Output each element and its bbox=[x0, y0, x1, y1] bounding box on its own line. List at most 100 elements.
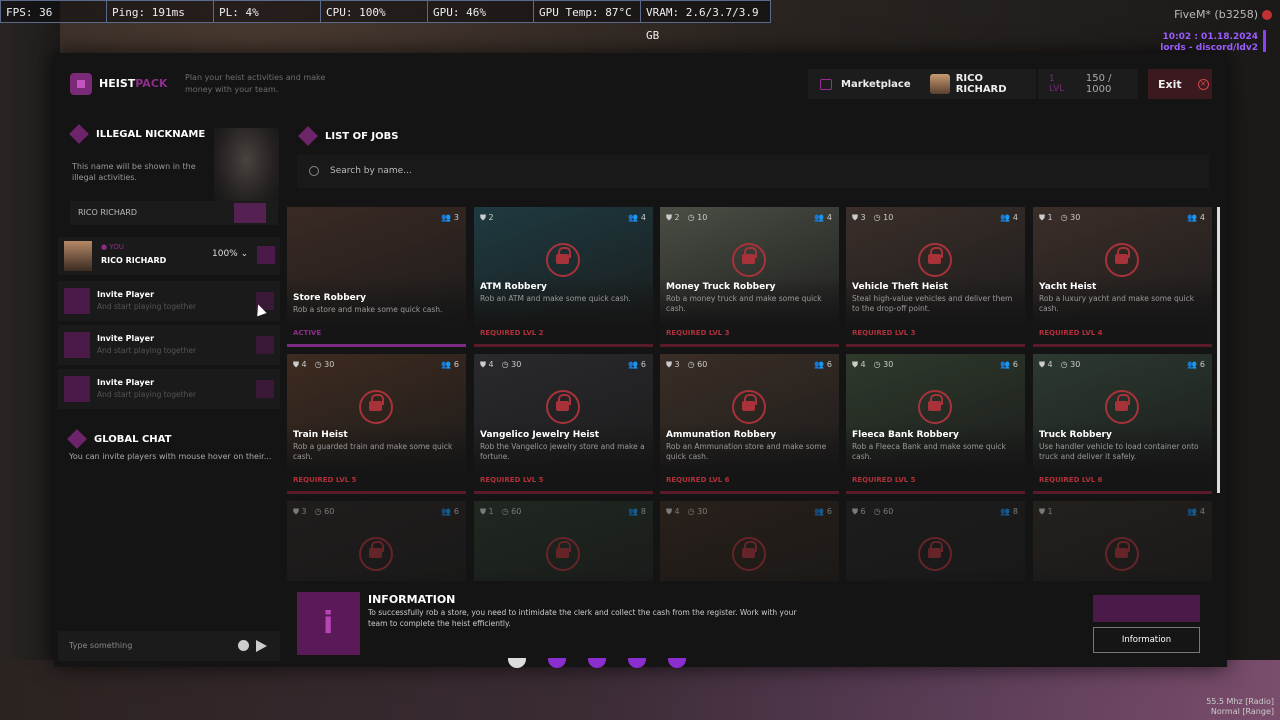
shield-icon: ⛊ 3 bbox=[293, 507, 307, 516]
share-percent-dropdown[interactable]: 100% ⌄ bbox=[212, 249, 248, 259]
job-card[interactable]: ⛊ 3 ◷ 60 👥 6 Ammunation Robbery Rob an Ammun… bbox=[660, 354, 839, 494]
search-input[interactable]: Search by name... bbox=[297, 155, 1209, 188]
job-duration: 30 bbox=[511, 360, 522, 369]
gpu-temp-readout: GPU Temp: 87°C bbox=[534, 0, 641, 23]
job-title: ATM Robbery bbox=[480, 282, 547, 292]
job-title: Yacht Heist bbox=[1039, 282, 1097, 292]
user-profile-button[interactable]: RICO RICHARD bbox=[924, 69, 1036, 99]
server-clock: 10:02 : 01.18.2024 lords - discord/ldv2 bbox=[1160, 32, 1258, 54]
job-card[interactable]: ⛊ 1 ◷ 30 👥 4 Yacht Heist Rob a luxury yacht … bbox=[1033, 207, 1212, 347]
players-icon: 👥 8 bbox=[1000, 507, 1018, 516]
level-label: 1 LVL bbox=[1049, 74, 1065, 94]
close-icon: ✕ bbox=[1197, 78, 1209, 90]
info-title: INFORMATION bbox=[368, 593, 456, 606]
member-action-button[interactable] bbox=[257, 246, 275, 264]
info-icon bbox=[297, 592, 360, 655]
job-card[interactable]: ⛊ 4 ◷ 30 👥 6 Fleeca Bank Robbery Rob a Fleec… bbox=[846, 354, 1025, 494]
job-badges: ⛊ 4 ◷ 30 bbox=[293, 360, 334, 370]
information-panel: INFORMATION To successfully rob a store,… bbox=[285, 581, 1225, 665]
invite-title: Invite Player bbox=[97, 290, 155, 299]
job-badges: ⛊ 2 bbox=[480, 213, 494, 223]
job-players: 6 bbox=[1012, 360, 1018, 369]
job-card[interactable]: ⛊ 3 ◷ 10 👥 4 Vehicle Theft Heist Steal high-… bbox=[846, 207, 1025, 347]
job-players: 4 bbox=[1012, 213, 1018, 222]
job-badges: ⛊ 1 bbox=[1039, 507, 1053, 517]
invite-slot[interactable]: Invite Player And start playing together bbox=[58, 325, 280, 365]
job-card[interactable]: 👥 3 Store Robbery Rob a store and make som… bbox=[287, 207, 466, 347]
performance-overlay: FPS: 36 Ping: 191ms PL: 4% CPU: 100% GPU… bbox=[0, 0, 771, 42]
chat-description: You can invite players with mouse hover … bbox=[69, 452, 272, 461]
job-description: Rob a money truck and make some quick ca… bbox=[666, 294, 822, 313]
job-status: REQUIRED LVL 3 bbox=[666, 329, 730, 337]
chat-input[interactable]: Type something bbox=[58, 631, 280, 661]
job-description: Rob an ATM and make some quick cash. bbox=[480, 294, 631, 303]
avatar bbox=[930, 74, 950, 94]
job-card[interactable]: ⛊ 4 ◷ 30 👥 6 Vangelico Jewelry Heist Rob the… bbox=[474, 354, 653, 494]
xp-progress: 150 / 1000 bbox=[1085, 73, 1112, 95]
marketplace-button[interactable]: Marketplace bbox=[808, 69, 941, 99]
invite-slot[interactable]: Invite Player And start playing together bbox=[58, 369, 280, 409]
information-button[interactable]: Information bbox=[1093, 627, 1200, 653]
job-card[interactable]: ⛊ 4 ◷ 30 👥 6 Train Heist Rob a guarded train… bbox=[287, 354, 466, 494]
heist-panel: HEISTPACK Plan your heist activities and… bbox=[54, 53, 1227, 667]
job-min-cops: 2 bbox=[674, 213, 680, 222]
nickname-title: ILLEGAL NICKNAME bbox=[96, 128, 206, 140]
job-badges: ⛊ 4 ◷ 30 bbox=[666, 507, 707, 517]
search-icon bbox=[309, 166, 319, 176]
job-title: Money Truck Robbery bbox=[666, 282, 776, 292]
job-duration: 30 bbox=[883, 360, 894, 369]
job-status-bar bbox=[660, 491, 839, 494]
players-icon: 👥 3 bbox=[441, 213, 459, 222]
job-players: 6 bbox=[453, 360, 459, 369]
clock-icon: ◷ 30 bbox=[873, 360, 894, 369]
fivem-build: FiveM* (b3258) bbox=[1174, 8, 1272, 21]
job-players: 4 bbox=[1199, 213, 1205, 222]
store-icon bbox=[820, 78, 832, 90]
invite-button[interactable] bbox=[256, 336, 274, 354]
start-job-button[interactable] bbox=[1093, 595, 1200, 622]
lock-icon bbox=[1105, 243, 1139, 277]
chat-placeholder: Type something bbox=[69, 641, 133, 650]
save-nickname-button[interactable] bbox=[234, 203, 266, 223]
job-card[interactable]: ⛊ 4 ◷ 30 👥 6 Truck Robbery Use handler vehic… bbox=[1033, 354, 1212, 494]
indicator bbox=[628, 658, 646, 668]
lock-icon bbox=[546, 243, 580, 277]
invite-subtitle: And start playing together bbox=[97, 390, 197, 399]
shield-icon: ⛊ 3 bbox=[666, 360, 680, 369]
indicator bbox=[588, 658, 606, 668]
invite-icon bbox=[64, 288, 90, 314]
scrollbar[interactable] bbox=[1217, 207, 1220, 493]
fps-readout: FPS: 36 bbox=[0, 0, 107, 23]
invite-slot[interactable]: Invite Player And start playing together bbox=[58, 281, 280, 321]
job-card[interactable]: ⛊ 2 ◷ 10 👥 4 Money Truck Robbery Rob a money… bbox=[660, 207, 839, 347]
job-badges: ⛊ 6 ◷ 60 bbox=[852, 507, 893, 517]
job-players: 6 bbox=[1199, 360, 1205, 369]
cpu-readout: CPU: 100% bbox=[321, 0, 428, 23]
ping-readout: Ping: 191ms bbox=[107, 0, 214, 23]
job-players: 4 bbox=[826, 213, 832, 222]
job-card[interactable]: ⛊ 2 👥 4 ATM Robbery Rob an ATM and make som… bbox=[474, 207, 653, 347]
exit-label: Exit bbox=[1158, 77, 1182, 91]
job-status: REQUIRED LVL 5 bbox=[852, 476, 916, 484]
fivem-icon bbox=[1262, 10, 1272, 20]
lock-icon bbox=[732, 537, 766, 571]
indicator bbox=[668, 658, 686, 668]
clock-icon: ◷ 30 bbox=[1060, 360, 1081, 369]
invite-button[interactable] bbox=[256, 380, 274, 398]
lock-icon bbox=[546, 537, 580, 571]
diamond-icon bbox=[298, 126, 318, 146]
job-status: REQUIRED LVL 4 bbox=[1039, 329, 1103, 337]
job-duration: 10 bbox=[697, 213, 708, 222]
avatar bbox=[64, 241, 92, 271]
job-players: 6 bbox=[826, 360, 832, 369]
exit-button[interactable]: Exit ✕ bbox=[1148, 69, 1212, 99]
job-title: Vehicle Theft Heist bbox=[852, 282, 949, 292]
send-icon[interactable] bbox=[256, 640, 267, 652]
shield-icon: ⛊ 3 bbox=[852, 213, 866, 222]
job-status-bar bbox=[287, 344, 466, 347]
job-min-cops: 3 bbox=[860, 213, 866, 222]
clock-icon: ◷ 60 bbox=[687, 360, 708, 369]
job-status: REQUIRED LVL 5 bbox=[480, 476, 544, 484]
job-description: Rob a store and make some quick cash. bbox=[293, 305, 443, 314]
emoji-icon[interactable] bbox=[238, 640, 249, 651]
